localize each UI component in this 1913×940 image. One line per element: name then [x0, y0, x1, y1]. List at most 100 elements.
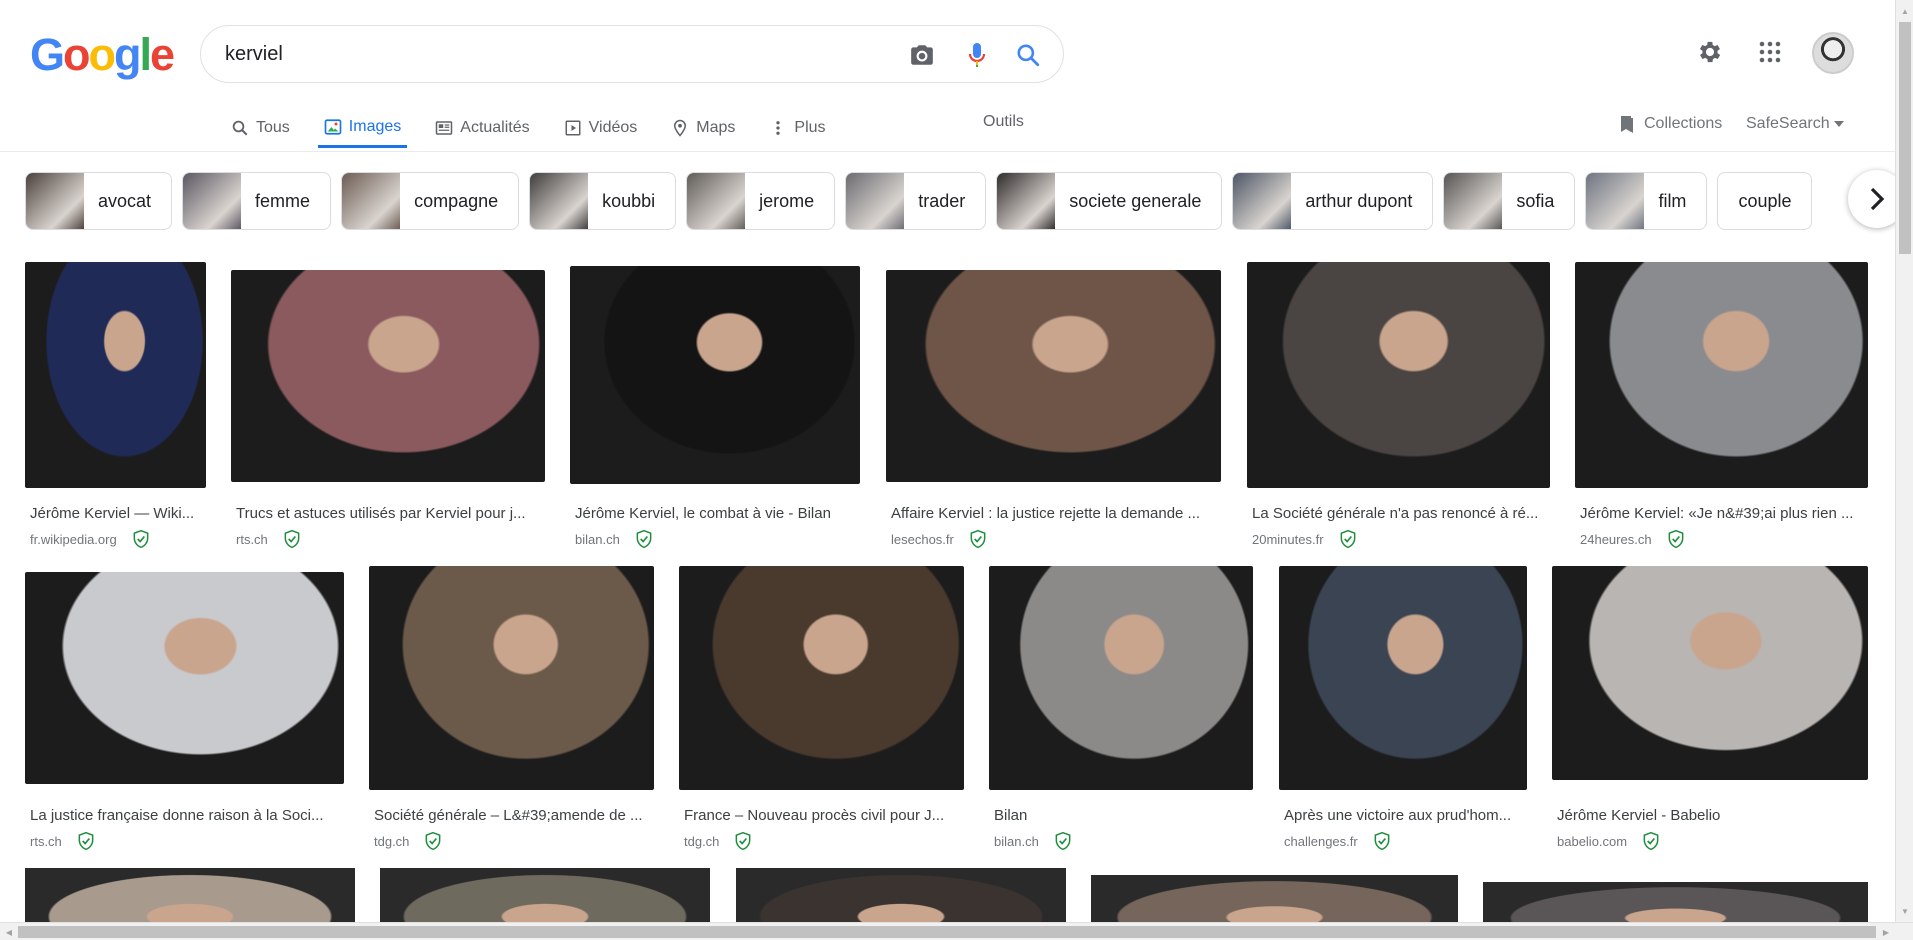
result-title[interactable]: Jérôme Kerviel, le combat à vie - Bilan	[575, 505, 855, 522]
result-thumbnail[interactable]	[25, 572, 344, 784]
scroll-right-arrow-icon[interactable]: ▶	[1877, 923, 1895, 940]
result-source[interactable]: bilan.ch	[994, 831, 1073, 851]
result-source[interactable]: challenges.fr	[1284, 831, 1392, 851]
chip-koubbi[interactable]: koubbi	[529, 172, 677, 230]
chip-femme[interactable]: femme	[182, 172, 332, 230]
image-result[interactable]: Après une victoire aux prud'hom... challe…	[1279, 566, 1527, 856]
tab-vidéos[interactable]: Vidéos	[558, 108, 644, 148]
image-result[interactable]: Trucs et astuces utilisés par Kerviel po…	[231, 262, 545, 552]
chip-societe-generale[interactable]: societe generale	[996, 172, 1223, 230]
logo-letter: G	[30, 29, 65, 80]
result-title[interactable]: France – Nouveau procès civil pour J...	[684, 807, 959, 824]
vertical-scrollbar[interactable]: ▲ ▼	[1895, 0, 1913, 922]
chip-trader[interactable]: trader	[845, 172, 987, 230]
image-result[interactable]: Jérôme Kerviel: «Je n&#39;ai plus rien .…	[1575, 262, 1868, 552]
image-result[interactable]: Bilan bilan.ch	[989, 566, 1253, 856]
result-thumbnail[interactable]	[1575, 262, 1868, 488]
chip-thumbnail	[687, 173, 746, 229]
result-thumbnail[interactable]	[679, 566, 964, 790]
gear-icon[interactable]	[1692, 34, 1728, 70]
result-title[interactable]: Bilan	[994, 807, 1248, 824]
result-source[interactable]: tdg.ch	[374, 831, 443, 851]
result-thumbnail[interactable]	[570, 266, 860, 484]
result-source[interactable]: 24heures.ch	[1580, 529, 1686, 549]
image-result-partial[interactable]	[1091, 875, 1458, 922]
more-vert-icon	[769, 119, 787, 137]
scroll-up-arrow-icon[interactable]: ▲	[1896, 2, 1913, 20]
image-result[interactable]: Société générale – L&#39;amende de ... td…	[369, 566, 654, 856]
verified-shield-icon	[423, 831, 443, 851]
image-result-partial[interactable]	[1483, 882, 1868, 922]
result-title[interactable]: Affaire Kerviel : la justice rejette la …	[891, 505, 1216, 522]
tools-button[interactable]: Outils	[983, 113, 1024, 131]
result-title[interactable]: Jérôme Kerviel — Wiki...	[30, 505, 201, 522]
result-title[interactable]: La justice française donne raison à la S…	[30, 807, 339, 824]
horizontal-scroll-thumb[interactable]	[18, 926, 1876, 938]
chip-compagne[interactable]: compagne	[341, 172, 520, 230]
result-title[interactable]: Jérôme Kerviel - Babelio	[1557, 807, 1863, 824]
tab-actualités[interactable]: Actualités	[429, 108, 535, 148]
horizontal-scrollbar[interactable]: ◀ ▶	[0, 922, 1913, 940]
image-result[interactable]: La justice française donne raison à la S…	[25, 566, 344, 856]
chip-arthur-dupont[interactable]: arthur dupont	[1232, 172, 1434, 230]
logo-letter: g	[114, 29, 141, 80]
tab-tous[interactable]: Tous	[225, 108, 296, 148]
image-result-partial[interactable]	[380, 868, 710, 922]
scroll-down-arrow-icon[interactable]: ▼	[1896, 902, 1913, 920]
result-source[interactable]: lesechos.fr	[891, 529, 988, 549]
result-title[interactable]: Après une victoire aux prud'hom...	[1284, 807, 1522, 824]
result-source-domain: bilan.ch	[994, 833, 1039, 849]
scroll-left-arrow-icon[interactable]: ◀	[0, 923, 18, 940]
result-source[interactable]: 20minutes.fr	[1252, 529, 1358, 549]
chip-sofia[interactable]: sofia	[1443, 172, 1576, 230]
tab-maps[interactable]: Maps	[665, 108, 741, 148]
result-source[interactable]: rts.ch	[30, 831, 96, 851]
image-result-partial[interactable]	[25, 868, 355, 922]
result-thumbnail[interactable]	[231, 270, 545, 482]
result-source[interactable]: tdg.ch	[684, 831, 753, 851]
search-input[interactable]	[225, 36, 865, 72]
result-source[interactable]: bilan.ch	[575, 529, 654, 549]
account-avatar[interactable]	[1812, 32, 1854, 74]
chip-couple[interactable]: couple	[1717, 172, 1813, 230]
result-title[interactable]: La Société générale n'a pas renoncé à ré…	[1252, 505, 1545, 522]
result-thumbnail[interactable]	[1552, 566, 1868, 780]
chip-film[interactable]: film	[1585, 172, 1708, 230]
apps-grid-icon[interactable]	[1752, 34, 1788, 70]
result-title[interactable]: Trucs et astuces utilisés par Kerviel po…	[236, 505, 540, 522]
result-source-domain: lesechos.fr	[891, 531, 954, 547]
safesearch-dropdown[interactable]: SafeSearch	[1746, 115, 1844, 133]
result-source[interactable]: babelio.com	[1557, 831, 1661, 851]
result-thumbnail[interactable]	[886, 270, 1221, 482]
image-result[interactable]: Jérôme Kerviel — Wiki... fr.wikipedia.org	[25, 262, 206, 552]
result-source[interactable]: rts.ch	[236, 529, 302, 549]
search-icon[interactable]	[1012, 39, 1044, 71]
vertical-scroll-thumb[interactable]	[1899, 22, 1911, 254]
tab-plus[interactable]: Plus	[763, 108, 831, 148]
tab-images[interactable]: Images	[317, 108, 408, 148]
result-title[interactable]: Jérôme Kerviel: «Je n&#39;ai plus rien .…	[1580, 505, 1863, 522]
result-source-domain: rts.ch	[30, 833, 62, 849]
camera-icon[interactable]	[906, 39, 938, 71]
chip-avocat[interactable]: avocat	[25, 172, 173, 230]
image-result[interactable]: La Société générale n'a pas renoncé à ré…	[1247, 262, 1550, 552]
result-thumbnail[interactable]	[1247, 262, 1550, 488]
image-result[interactable]: Affaire Kerviel : la justice rejette la …	[886, 262, 1221, 552]
image-result[interactable]: France – Nouveau procès civil pour J... t…	[679, 566, 964, 856]
chip-label: couple	[1738, 190, 1792, 211]
result-thumbnail[interactable]	[1279, 566, 1527, 790]
result-thumbnail[interactable]	[369, 566, 654, 790]
result-thumbnail[interactable]	[25, 262, 206, 488]
chip-jerome[interactable]: jerome	[686, 172, 836, 230]
result-thumbnail[interactable]	[989, 566, 1253, 790]
result-title[interactable]: Société générale – L&#39;amende de ...	[374, 807, 649, 824]
image-result[interactable]: Jérôme Kerviel - Babelio babelio.com	[1552, 566, 1868, 856]
collections-button[interactable]: Collections	[1618, 114, 1722, 134]
tab-label: Maps	[696, 119, 736, 136]
result-source[interactable]: fr.wikipedia.org	[30, 529, 151, 549]
image-result-partial[interactable]	[736, 868, 1066, 922]
google-logo[interactable]: Google	[30, 29, 175, 80]
result-source-domain: fr.wikipedia.org	[30, 531, 117, 547]
microphone-icon[interactable]	[961, 39, 993, 71]
image-result[interactable]: Jérôme Kerviel, le combat à vie - Bilan b…	[570, 262, 860, 552]
